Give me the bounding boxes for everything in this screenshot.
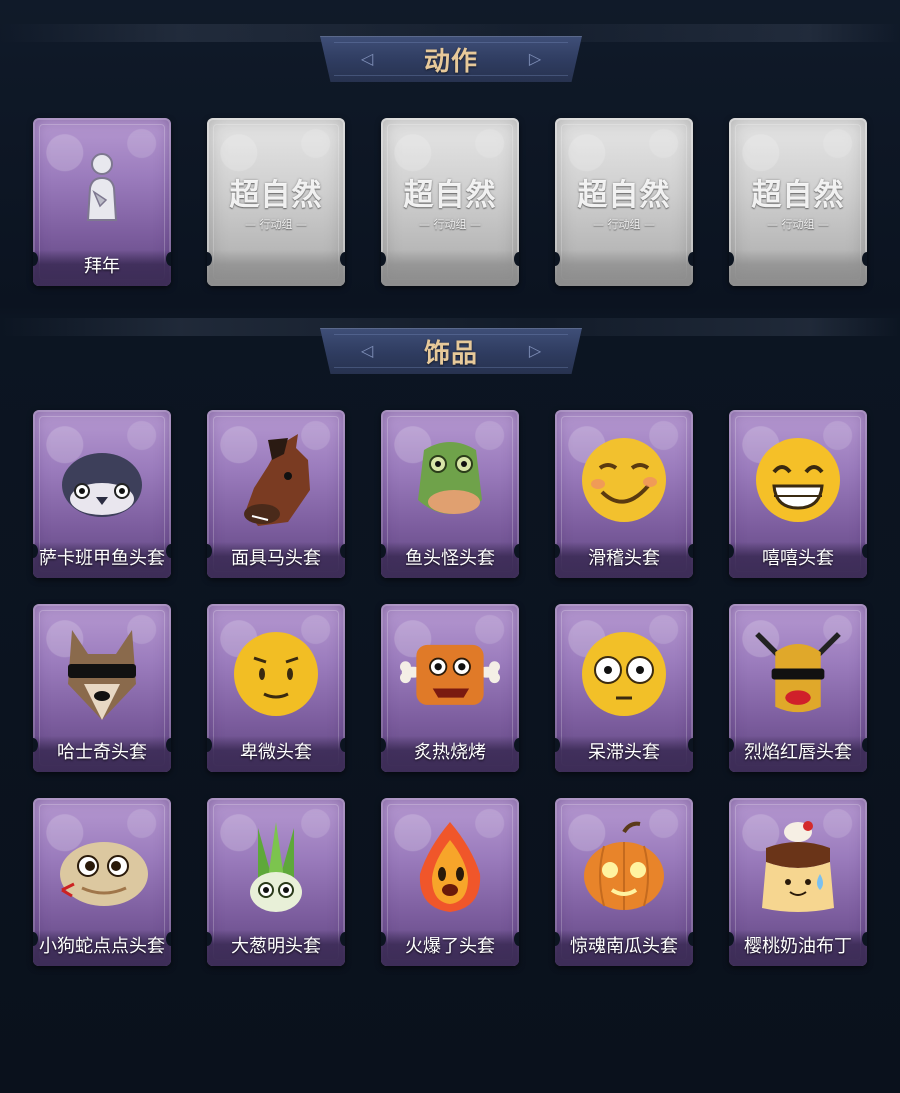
accessory-card[interactable]: 小狗蛇点点头套 bbox=[33, 798, 171, 966]
accessory-label: 萨卡班甲鱼头套 bbox=[39, 548, 165, 569]
accessory-label: 面具马头套 bbox=[231, 548, 321, 569]
locked-action-card[interactable]: 超自然 — 行动组 — bbox=[207, 118, 345, 286]
accessory-card[interactable]: 呆滞头套 bbox=[555, 604, 693, 772]
accessory-label: 烈焰红唇头套 bbox=[744, 742, 852, 763]
locked-logo-icon: 超自然 — 行动组 — bbox=[729, 170, 867, 232]
locked-watermark-title: 超自然 bbox=[229, 178, 323, 213]
locked-watermark-subtitle: — 行动组 — bbox=[245, 218, 307, 231]
action-card-label: 拜年 bbox=[84, 256, 120, 277]
locked-watermark-subtitle: — 行动组 — bbox=[419, 218, 481, 231]
horse-head-icon bbox=[226, 430, 326, 530]
locked-action-card[interactable]: 超自然 — 行动组 — bbox=[555, 118, 693, 286]
card-notch-right bbox=[688, 252, 693, 266]
fish-head-icon bbox=[52, 430, 152, 530]
pudding-head-icon bbox=[748, 818, 848, 918]
accessory-label: 鱼头怪头套 bbox=[405, 548, 495, 569]
pumpkin-head-icon bbox=[574, 818, 674, 918]
locked-logo-icon: 超自然 — 行动组 — bbox=[207, 170, 345, 232]
accessory-label: 呆滞头套 bbox=[588, 742, 660, 763]
locked-watermark-title: 超自然 bbox=[577, 178, 671, 213]
snake-head-icon bbox=[52, 818, 152, 918]
husky-head-icon bbox=[52, 624, 152, 724]
card-notch-left bbox=[207, 252, 212, 266]
action-card-bainian[interactable]: 拜年 bbox=[33, 118, 171, 286]
card-notch-right bbox=[862, 252, 867, 266]
roast-meat-icon bbox=[400, 624, 500, 724]
accessory-card[interactable]: 萨卡班甲鱼头套 bbox=[33, 410, 171, 578]
card-notch-right bbox=[340, 252, 345, 266]
locked-watermark-title: 超自然 bbox=[751, 178, 845, 213]
locked-watermark-subtitle: — 行动组 — bbox=[593, 218, 655, 231]
card-notch-left bbox=[555, 252, 560, 266]
accessory-label: 滑稽头套 bbox=[588, 548, 660, 569]
accessory-card[interactable]: 嘻嘻头套 bbox=[729, 410, 867, 578]
bow-pose-icon bbox=[52, 138, 152, 238]
locked-watermark-title: 超自然 bbox=[403, 178, 497, 213]
accessory-label: 卑微头套 bbox=[240, 742, 312, 763]
red-lips-head-icon bbox=[748, 624, 848, 724]
accessory-card[interactable]: 樱桃奶油布丁 bbox=[729, 798, 867, 966]
flame-head-icon bbox=[400, 818, 500, 918]
accessory-card[interactable]: 面具马头套 bbox=[207, 410, 345, 578]
accessories-section-header: ◁ ▷ 饰品 bbox=[320, 328, 582, 374]
card-notch-left bbox=[729, 252, 734, 266]
accessory-label: 小狗蛇点点头套 bbox=[39, 936, 165, 957]
actions-section-header: ◁ ▷ 动作 bbox=[320, 36, 582, 82]
accessory-label: 大葱明头套 bbox=[231, 936, 321, 957]
accessory-label: 炙热烧烤 bbox=[414, 742, 486, 763]
accessory-label: 哈士奇头套 bbox=[57, 742, 147, 763]
accessory-card[interactable]: 惊魂南瓜头套 bbox=[555, 798, 693, 966]
accessory-label: 嘻嘻头套 bbox=[762, 548, 834, 569]
accessory-card[interactable]: 大葱明头套 bbox=[207, 798, 345, 966]
card-notch-left bbox=[381, 252, 386, 266]
card-notch-right bbox=[514, 252, 519, 266]
shy-face-icon bbox=[226, 624, 326, 724]
locked-action-card[interactable]: 超自然 — 行动组 — bbox=[381, 118, 519, 286]
accessory-card[interactable]: 烈焰红唇头套 bbox=[729, 604, 867, 772]
locked-logo-icon: 超自然 — 行动组 — bbox=[555, 170, 693, 232]
locked-watermark-subtitle: — 行动组 — bbox=[767, 218, 829, 231]
accessory-label: 火爆了头套 bbox=[405, 936, 495, 957]
accessory-card[interactable]: 哈士奇头套 bbox=[33, 604, 171, 772]
accessory-card[interactable]: 滑稽头套 bbox=[555, 410, 693, 578]
accessories-section-title: 饰品 bbox=[423, 338, 478, 369]
actions-section-title: 动作 bbox=[423, 46, 478, 77]
accessory-card[interactable]: 卑微头套 bbox=[207, 604, 345, 772]
locked-logo-icon: 超自然 — 行动组 — bbox=[381, 170, 519, 232]
accessory-card[interactable]: 炙热烧烤 bbox=[381, 604, 519, 772]
fishman-head-icon bbox=[400, 430, 500, 530]
scallion-head-icon bbox=[226, 818, 326, 918]
accessory-label: 樱桃奶油布丁 bbox=[744, 936, 852, 957]
locked-action-card[interactable]: 超自然 — 行动组 — bbox=[729, 118, 867, 286]
accessory-label: 惊魂南瓜头套 bbox=[570, 936, 678, 957]
grin-face-icon bbox=[748, 430, 848, 530]
accessory-card[interactable]: 火爆了头套 bbox=[381, 798, 519, 966]
smirk-face-icon bbox=[574, 430, 674, 530]
dazed-face-icon bbox=[574, 624, 674, 724]
accessory-card[interactable]: 鱼头怪头套 bbox=[381, 410, 519, 578]
